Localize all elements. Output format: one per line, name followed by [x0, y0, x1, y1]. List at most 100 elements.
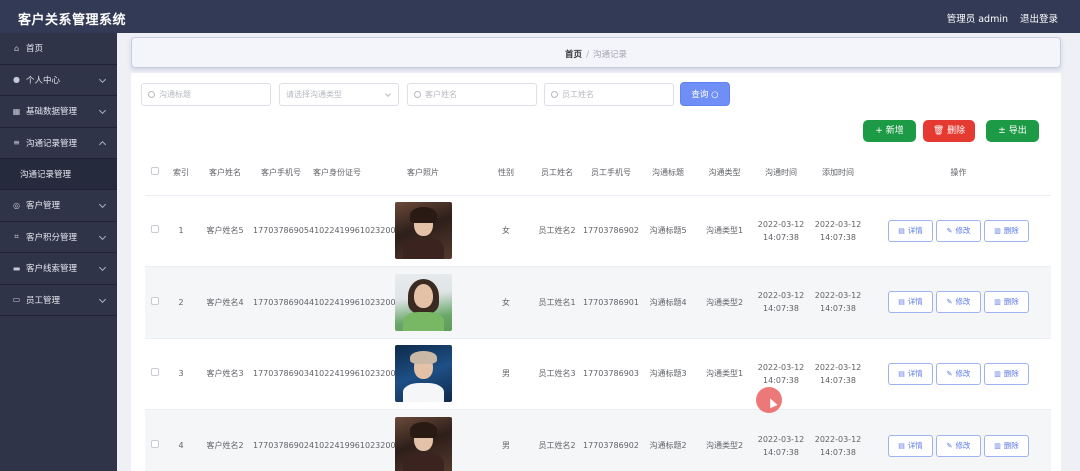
- cell-actions: ▤ 详情 ✎ 修改 ▥ 删除: [866, 194, 1051, 267]
- cell-index: 1: [165, 194, 197, 267]
- cell-id-card: 410224199610232004: [309, 266, 401, 338]
- search-icon: [414, 91, 421, 98]
- row-checkbox-cell[interactable]: [145, 409, 165, 471]
- home-icon: ⌂: [13, 43, 20, 53]
- delete-label: 删除: [1003, 297, 1019, 307]
- row-checkbox[interactable]: [151, 296, 159, 305]
- cell-phone: 17703786904: [253, 266, 309, 338]
- sidebar-item-label: 客户积分管理: [26, 232, 78, 243]
- breadcrumb-home[interactable]: 首页: [565, 50, 582, 60]
- sidebar-item-label: 客户线索管理: [26, 264, 78, 275]
- cell-title: 沟通标题2: [639, 409, 697, 471]
- table-row: 2 客户姓名4 17703786904 410224199610232004 女…: [145, 266, 1051, 338]
- cell-staff-phone: 17703786903: [583, 337, 639, 410]
- type-select[interactable]: 请选择沟通类型: [279, 83, 399, 106]
- staff-search-input[interactable]: 员工姓名: [544, 83, 674, 106]
- row-delete-button[interactable]: ▥ 删除: [984, 434, 1029, 457]
- detail-button[interactable]: ▤ 详情: [888, 434, 933, 457]
- cell-type: 沟通类型2: [697, 409, 752, 471]
- title-search-placeholder: 沟通标题: [159, 90, 191, 99]
- sidebar-item-label: 个人中心: [26, 75, 61, 86]
- export-button[interactable]: ± 导出: [986, 120, 1039, 142]
- chat-icon: ▬: [12, 263, 21, 273]
- top-bar: 客户关系管理系统 管理员 admin 退出登录: [0, 0, 1080, 33]
- type-select-placeholder: 请选择沟通类型: [286, 90, 342, 99]
- bank-icon: ▦: [12, 106, 21, 116]
- detail-button[interactable]: ▤ 详情: [888, 219, 933, 242]
- app-title: 客户关系管理系统: [18, 13, 127, 28]
- chevron-up-icon: [98, 140, 107, 148]
- list-icon: ≡: [13, 138, 20, 148]
- cell-comm-time: 2022-03-12 14:07:38: [752, 194, 810, 267]
- customer-search-input[interactable]: 客户姓名: [407, 83, 537, 106]
- scan-icon: ⌗: [14, 232, 19, 242]
- cell-add-time: 2022-03-12 14:07:38: [810, 266, 866, 338]
- detail-label: 详情: [907, 297, 923, 307]
- cell-gender: 女: [481, 194, 531, 267]
- select-all-checkbox-cell[interactable]: [145, 152, 165, 195]
- sidebar-item-label: 首页: [26, 44, 44, 55]
- cell-customer: 客户姓名5: [197, 194, 253, 267]
- row-delete-button[interactable]: ▥ 删除: [984, 291, 1029, 314]
- column-header: 沟通类型: [708, 168, 741, 178]
- query-button[interactable]: 查询 ○: [680, 82, 730, 106]
- row-delete-button[interactable]: ▥ 删除: [984, 219, 1029, 242]
- chevron-down-icon: [98, 106, 107, 115]
- column-header: 操作: [950, 168, 967, 178]
- customer-photo: [394, 345, 452, 403]
- logout-link[interactable]: 退出登录: [1020, 11, 1058, 25]
- chevron-down-icon: [385, 91, 391, 97]
- cell-phone: 17703786905: [253, 194, 309, 267]
- sidebar-item-staff[interactable]: ▭ 员工管理: [0, 285, 117, 316]
- delete-button[interactable]: 🗑 删除: [923, 120, 975, 142]
- trash-icon: ▥: [994, 369, 1001, 378]
- delete-label: 删除: [1003, 368, 1019, 378]
- edit-button[interactable]: ✎ 修改: [936, 219, 981, 242]
- document-icon: ▤: [898, 441, 905, 450]
- sidebar-item-customer-points[interactable]: ⌗ 客户积分管理: [0, 222, 117, 253]
- cell-actions: ▤ 详情 ✎ 修改 ▥ 删除: [866, 409, 1051, 471]
- edit-button[interactable]: ✎ 修改: [936, 434, 981, 457]
- sidebar-item-customers[interactable]: ◎ 客户管理: [0, 190, 117, 222]
- cell-staff-phone: 17703786902: [583, 409, 639, 471]
- title-search-input[interactable]: 沟通标题: [141, 83, 271, 106]
- select-all-checkbox[interactable]: [151, 167, 159, 176]
- column-header: 员工姓名: [541, 168, 573, 178]
- add-button[interactable]: + 新增: [863, 120, 916, 142]
- sidebar-item-label: 基础数据管理: [26, 107, 78, 118]
- row-checkbox-cell[interactable]: [145, 337, 165, 410]
- cell-add-time: 2022-03-12 14:07:38: [810, 194, 866, 267]
- cell-type: 沟通类型1: [697, 194, 752, 267]
- row-checkbox[interactable]: [151, 440, 159, 448]
- row-checkbox-cell[interactable]: [145, 194, 165, 267]
- column-header: 沟通标题: [652, 168, 684, 178]
- detail-label: 详情: [907, 368, 923, 378]
- row-delete-button[interactable]: ▥ 删除: [984, 362, 1029, 385]
- edit-button[interactable]: ✎ 修改: [936, 291, 981, 314]
- sidebar-item-basic-data[interactable]: ▦ 基础数据管理: [0, 96, 117, 128]
- cell-customer: 客户姓名2: [197, 409, 253, 471]
- sidebar-item-customer-leads[interactable]: ▬ 客户线索管理: [0, 253, 117, 285]
- detail-button[interactable]: ▤ 详情: [888, 362, 933, 385]
- customer-photo: [394, 273, 452, 331]
- edit-label: 修改: [955, 297, 971, 307]
- cell-gender: 男: [481, 337, 531, 410]
- edit-button[interactable]: ✎ 修改: [936, 362, 981, 385]
- admin-label: 管理员 admin: [946, 14, 1008, 25]
- row-checkbox-cell[interactable]: [145, 266, 165, 338]
- cell-staff-phone: 17703786901: [583, 266, 639, 338]
- user-icon: ●: [13, 75, 20, 85]
- sidebar-item-home[interactable]: ⌂ 首页: [0, 33, 117, 65]
- chevron-down-icon: [98, 200, 107, 209]
- row-checkbox[interactable]: [151, 225, 159, 234]
- cell-index: 3: [165, 337, 197, 410]
- sidebar-item-communication[interactable]: ≡ 沟通记录管理: [0, 128, 117, 159]
- cell-phone: 17703786903: [253, 337, 309, 410]
- monitor-icon: ▭: [12, 295, 21, 305]
- sidebar-item-personal-center[interactable]: ● 个人中心: [0, 65, 117, 96]
- row-checkbox[interactable]: [151, 368, 159, 377]
- trash-icon: ▥: [994, 226, 1001, 235]
- sidebar-item-label: 员工管理: [26, 295, 61, 306]
- sidebar-subitem-communication-records[interactable]: 沟通记录管理: [0, 159, 117, 190]
- detail-button[interactable]: ▤ 详情: [888, 291, 933, 314]
